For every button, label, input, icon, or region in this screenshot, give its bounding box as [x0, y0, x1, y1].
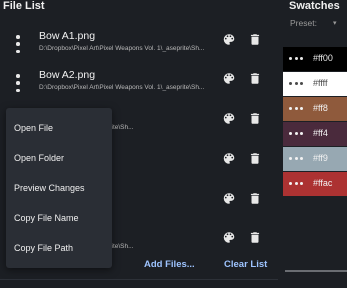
chevron-down-icon[interactable]: ▾	[333, 19, 337, 27]
more-vert-icon[interactable]	[12, 35, 24, 53]
menu-item-open-file[interactable]: Open File	[14, 120, 53, 136]
add-files-button[interactable]: Add Files...	[140, 257, 199, 273]
swatches-title: Swatches	[289, 0, 340, 12]
swatches-divider	[285, 270, 347, 272]
file-name: Bow A2.png	[39, 69, 96, 81]
file-path: D:\Dropbox\Pixel Art\Pixel Weapons Vol. …	[39, 84, 205, 91]
swatch-row[interactable]: #ff4	[283, 122, 347, 146]
swatch-row[interactable]: #ff00	[283, 47, 347, 71]
trash-icon[interactable]	[248, 111, 262, 126]
file-path: D:\Dropbox\Pixel Art\Pixel Weapons Vol. …	[39, 45, 205, 52]
more-horiz-icon[interactable]	[289, 182, 303, 186]
palette-icon[interactable]	[222, 111, 236, 126]
more-horiz-icon[interactable]	[289, 132, 303, 136]
trash-icon[interactable]	[248, 71, 262, 86]
swatch-row[interactable]: #ff8	[283, 97, 347, 121]
more-horiz-icon[interactable]	[289, 57, 303, 61]
more-horiz-icon[interactable]	[289, 82, 303, 86]
menu-item-copy-file-name[interactable]: Copy File Name	[14, 210, 79, 226]
palette-icon[interactable]	[222, 71, 236, 86]
swatch-hex: #ff8	[313, 103, 328, 113]
file-row[interactable]: Bow A2.png D:\Dropbox\Pixel Art\Pixel We…	[0, 69, 278, 101]
swatch-hex: #ffac	[313, 178, 333, 188]
more-vert-icon[interactable]	[12, 74, 24, 92]
trash-icon[interactable]	[248, 230, 262, 245]
menu-item-preview-changes[interactable]: Preview Changes	[14, 180, 85, 196]
file-context-menu: Open File Open Folder Preview Changes Co…	[6, 108, 112, 268]
more-horiz-icon[interactable]	[289, 107, 303, 111]
swatch-hex: #ff4	[313, 128, 328, 138]
menu-item-open-folder[interactable]: Open Folder	[14, 150, 64, 166]
file-row[interactable]: Bow A1.png D:\Dropbox\Pixel Art\Pixel We…	[0, 30, 278, 62]
swatch-hex: #ff00	[313, 53, 333, 63]
preset-label: Preset:	[290, 18, 317, 28]
swatch-row[interactable]: #ff9	[283, 147, 347, 171]
palette-icon[interactable]	[222, 191, 236, 206]
file-name: Bow A1.png	[39, 30, 96, 42]
clear-list-button[interactable]: Clear List	[220, 257, 271, 273]
palette-icon[interactable]	[222, 32, 236, 47]
file-list-title: File List	[3, 0, 45, 12]
trash-icon[interactable]	[248, 191, 262, 206]
palette-icon[interactable]	[222, 151, 236, 166]
swatch-hex: #ff9	[313, 153, 328, 163]
more-horiz-icon[interactable]	[289, 157, 303, 161]
swatch-row[interactable]: #ffac	[283, 172, 347, 196]
footer-divider	[0, 279, 278, 280]
file-list-panel: File List Bow A1.png D:\Dropbox\Pixel Ar…	[0, 0, 278, 288]
swatches-panel: Swatches Preset: ▾ #ff00 #ffff #ff8 #ff4…	[283, 0, 347, 288]
swatch-hex: #ffff	[313, 78, 328, 88]
swatch-row[interactable]: #ffff	[283, 72, 347, 96]
trash-icon[interactable]	[248, 151, 262, 166]
palette-icon[interactable]	[222, 230, 236, 245]
menu-item-copy-file-path[interactable]: Copy File Path	[14, 240, 73, 256]
trash-icon[interactable]	[248, 32, 262, 47]
